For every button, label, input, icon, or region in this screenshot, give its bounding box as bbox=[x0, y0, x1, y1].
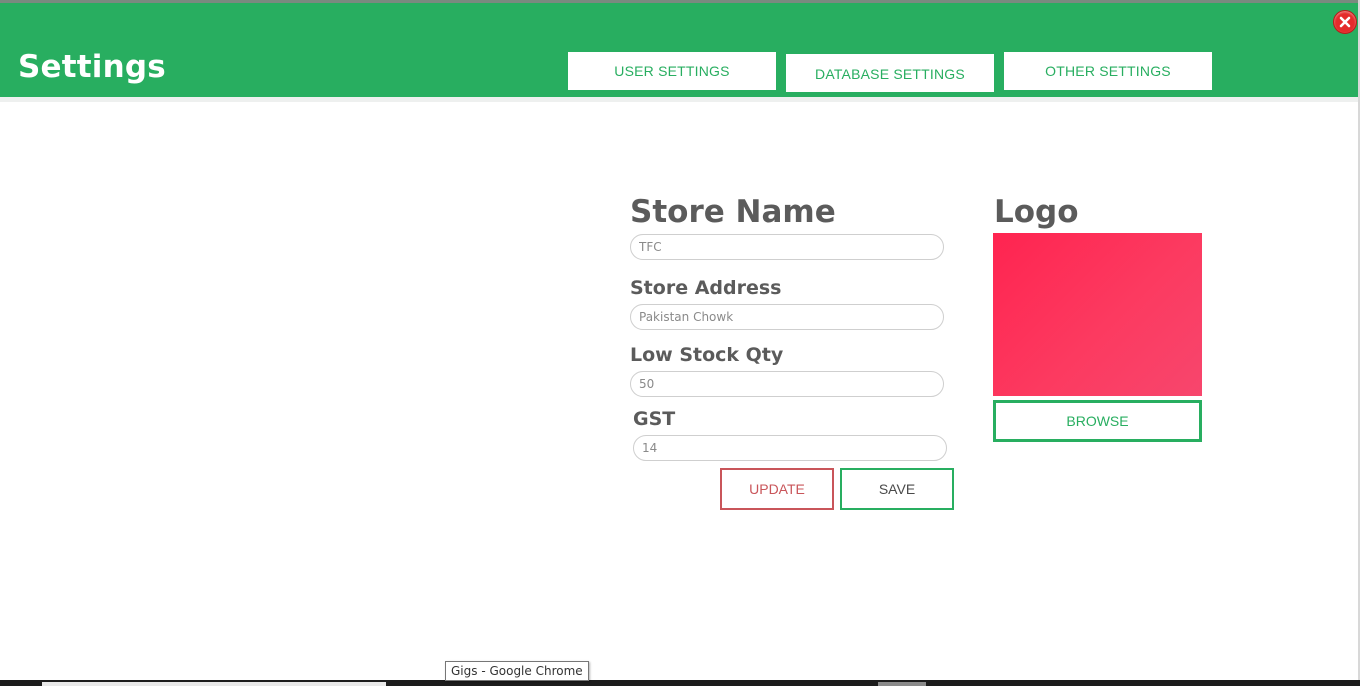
taskbar-item-chrome[interactable] bbox=[42, 682, 386, 686]
gst-input[interactable] bbox=[633, 435, 947, 461]
browse-button[interactable]: BROWSE bbox=[993, 400, 1202, 442]
low-stock-qty-input[interactable] bbox=[630, 371, 944, 397]
close-icon bbox=[1339, 16, 1351, 28]
update-button[interactable]: UPDATE bbox=[720, 468, 834, 510]
page-title: Settings bbox=[18, 49, 166, 85]
store-address-input[interactable] bbox=[630, 304, 944, 330]
store-name-label: Store Name bbox=[630, 194, 836, 230]
taskbar bbox=[0, 680, 1360, 686]
taskbar-tooltip: Gigs - Google Chrome bbox=[445, 661, 589, 681]
tab-other-settings[interactable]: OTHER SETTINGS bbox=[1004, 52, 1212, 90]
store-name-input[interactable] bbox=[630, 234, 944, 260]
taskbar-item[interactable] bbox=[878, 682, 926, 686]
tab-database-settings[interactable]: DATABASE SETTINGS bbox=[786, 54, 994, 92]
close-button[interactable] bbox=[1333, 10, 1357, 34]
tab-user-settings[interactable]: USER SETTINGS bbox=[568, 52, 776, 90]
logo-preview bbox=[993, 233, 1202, 396]
logo-label: Logo bbox=[994, 194, 1079, 230]
header-divider bbox=[0, 97, 1358, 102]
gst-label: GST bbox=[633, 408, 676, 430]
save-button[interactable]: SAVE bbox=[840, 468, 954, 510]
store-address-label: Store Address bbox=[630, 277, 782, 299]
header-bar: Settings USER SETTINGS DATABASE SETTINGS… bbox=[0, 3, 1358, 97]
low-stock-qty-label: Low Stock Qty bbox=[630, 344, 784, 366]
